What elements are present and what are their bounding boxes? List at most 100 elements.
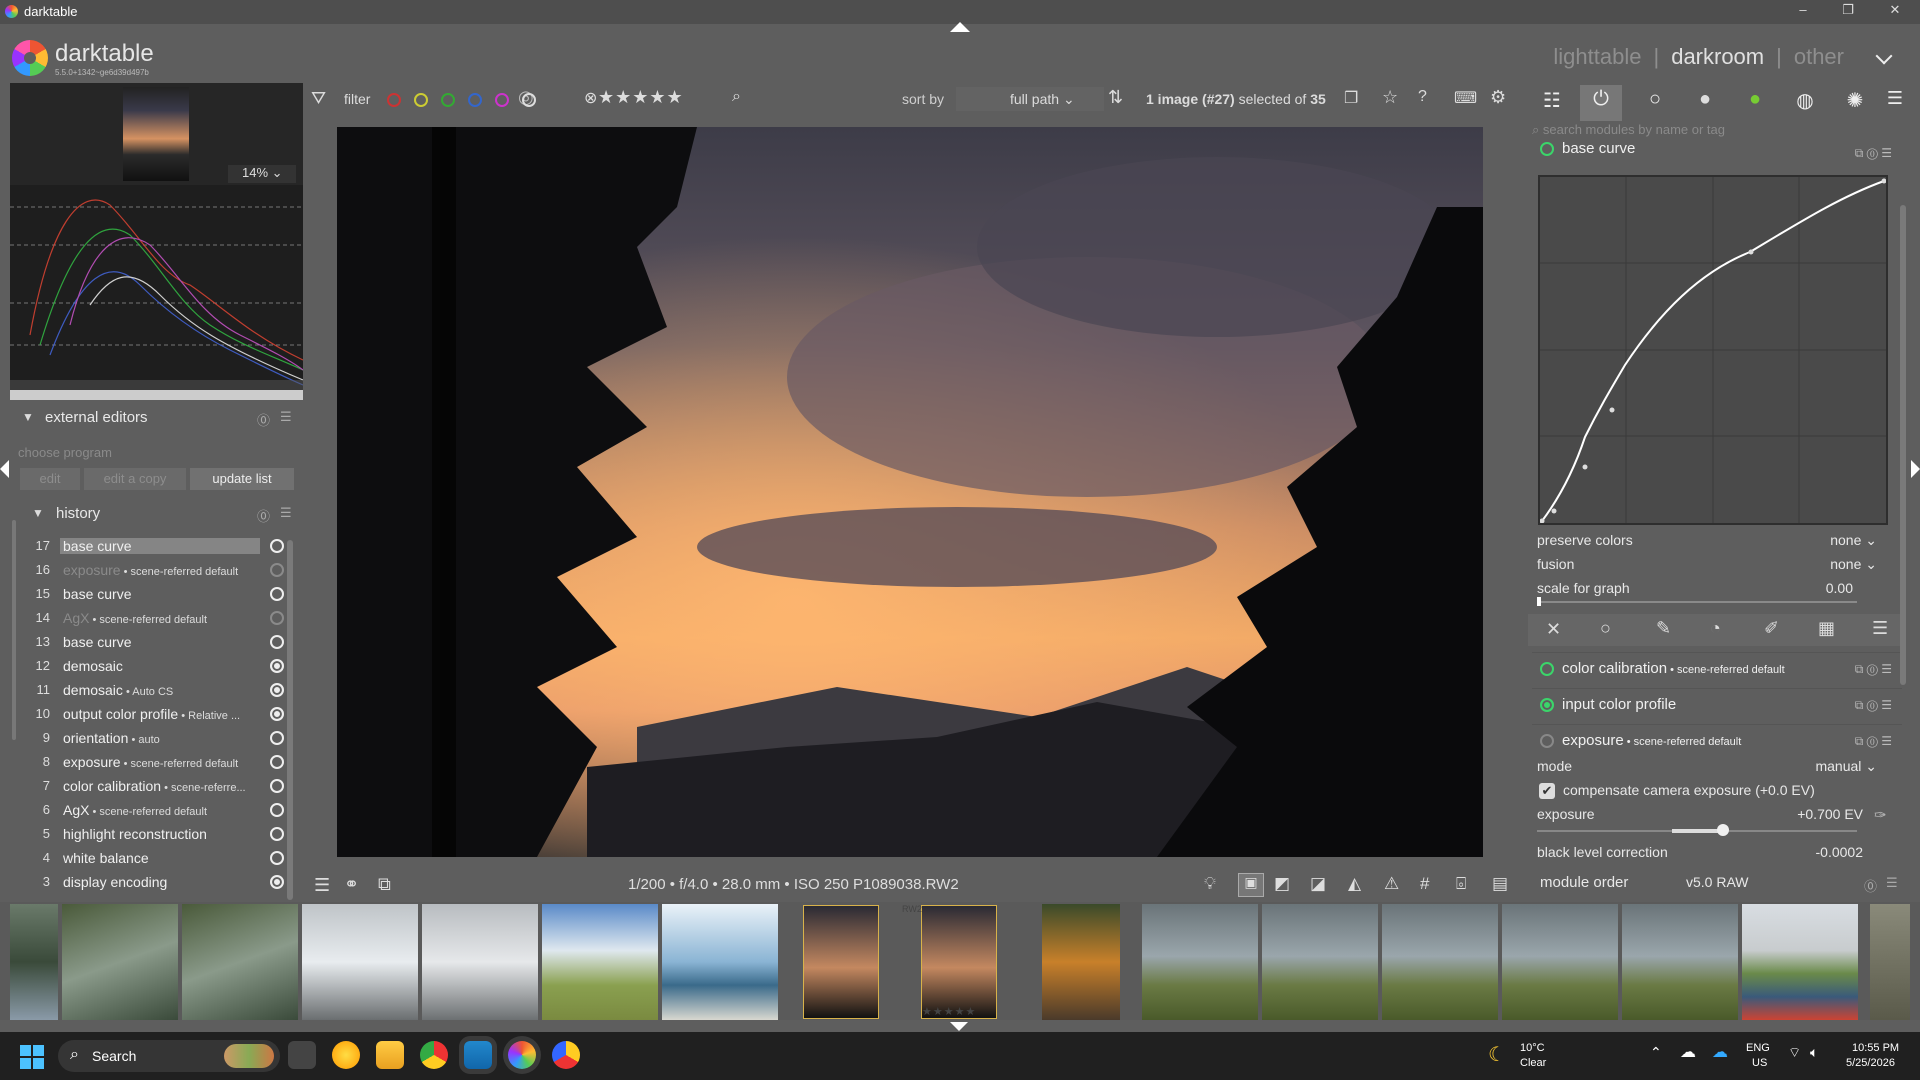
collapse-right-arrow-icon[interactable] <box>1911 460 1920 478</box>
navigation-thumbnail[interactable] <box>123 87 189 181</box>
scale-for-graph-row[interactable]: scale for graph 0.00 <box>1537 580 1877 600</box>
color-label-filter-icon[interactable] <box>468 93 482 107</box>
update-list-button[interactable]: update list <box>190 468 294 490</box>
filmstrip-thumbnail[interactable] <box>542 904 658 1020</box>
collapse-left-arrow-icon[interactable] <box>0 460 9 478</box>
filmstrip-thumbnail[interactable] <box>422 904 538 1020</box>
chrome-icon[interactable] <box>420 1041 448 1069</box>
filmstrip-thumbnail[interactable] <box>1142 904 1258 1020</box>
view-darkroom[interactable]: darkroom <box>1671 44 1764 69</box>
help-icon[interactable]: ? <box>1418 88 1427 106</box>
grouping-icon[interactable]: ❐ <box>1344 88 1358 108</box>
view-lighttable[interactable]: lighttable <box>1553 44 1641 69</box>
view-other[interactable]: other <box>1794 44 1844 69</box>
module-header-icons[interactable]: ⧉ ⓪ ☰ <box>1855 146 1892 161</box>
module-header[interactable]: exposure • scene-referred default ⧉ ⓪ ☰ <box>1532 724 1902 756</box>
presets-menu-icon[interactable]: ☰ <box>1886 875 1898 891</box>
filmstrip-thumbnail[interactable] <box>10 904 58 1020</box>
history-item[interactable]: 16 exposure • scene-referred default <box>30 562 292 584</box>
effect-group-tab-icon[interactable]: ✺ <box>1840 88 1870 118</box>
exposure-mode-row[interactable]: mode manual ⌄ <box>1537 758 1877 778</box>
color-label-filter-icon[interactable] <box>441 93 455 107</box>
module-header-icons[interactable]: ⧉ ⓪ ☰ <box>1855 698 1892 713</box>
uniform-blend-icon[interactable]: ○ <box>1600 618 1611 639</box>
keyboard-layout[interactable]: US <box>1752 1057 1767 1069</box>
comment-icon[interactable]: ▤ <box>1492 874 1508 894</box>
color-label-filter-icon[interactable] <box>387 93 401 107</box>
program-select[interactable]: choose program <box>18 445 112 460</box>
outlook-icon[interactable] <box>464 1041 492 1069</box>
wifi-icon[interactable]: ⌔ <box>1788 1044 1801 1062</box>
keyboard-icon[interactable]: ⌨ <box>1454 88 1477 108</box>
filmstrip-thumbnail[interactable] <box>921 905 997 1019</box>
star-icon[interactable]: ☆ <box>1382 87 1398 108</box>
history-item[interactable]: 3 display encoding <box>30 874 292 896</box>
blend-off-icon[interactable]: ✕ <box>1546 619 1561 640</box>
filmstrip-thumbnail[interactable] <box>1382 904 1498 1020</box>
drawn-parametric-mask-icon[interactable]: ✐ <box>1764 618 1779 639</box>
chrome-alt-icon[interactable] <box>552 1041 580 1069</box>
collapse-top-arrow-icon[interactable] <box>950 22 970 32</box>
history-item[interactable]: 17 base curve <box>30 538 292 560</box>
focus-peaking-icon[interactable]: ▣ <box>1238 873 1264 897</box>
styles-icon[interactable]: ⚭ <box>344 874 359 895</box>
exposure-slider-handle[interactable] <box>1716 824 1729 836</box>
scale-slider-track[interactable] <box>1537 601 1857 603</box>
history-item[interactable]: 12 demosaic <box>30 658 292 680</box>
scale-slider-handle[interactable] <box>1537 597 1541 606</box>
reject-icon[interactable]: ⊗ <box>584 88 597 108</box>
clock-date[interactable]: 5/25/2026 <box>1846 1057 1895 1069</box>
external-editors-header[interactable]: ▼ external editors ⓪ ☰ <box>10 405 300 433</box>
gear-icon[interactable]: ⚙ <box>1490 87 1506 108</box>
chevron-down-icon[interactable] <box>1875 47 1893 65</box>
history-item[interactable]: 15 base curve <box>30 586 292 608</box>
module-header-icons[interactable]: ⧉ ⓪ ☰ <box>1855 662 1892 677</box>
compensate-row[interactable]: ✔ compensate camera exposure (+0.0 EV) <box>1537 782 1877 802</box>
history-item[interactable]: 6 AgX • scene-referred default <box>30 802 292 824</box>
history-item[interactable]: 7 color calibration • scene-referre... <box>30 778 292 800</box>
filmstrip-thumbnail[interactable] <box>182 904 298 1020</box>
filmstrip-thumbnail[interactable] <box>1622 904 1738 1020</box>
filmstrip-thumbnail[interactable] <box>1870 904 1910 1020</box>
module-order-value[interactable]: v5.0 RAW <box>1686 874 1749 890</box>
filmstrip-thumbnail[interactable] <box>1502 904 1618 1020</box>
reset-icon[interactable]: ⓪ <box>1864 876 1877 895</box>
guides-icon[interactable]: # <box>1420 874 1429 894</box>
history-scrollbar[interactable] <box>287 540 293 900</box>
history-item[interactable]: 14 AgX • scene-referred default <box>30 610 292 632</box>
rating-filter-stars[interactable]: ★★★★★ <box>598 87 684 108</box>
onedrive-icon[interactable]: ☁ <box>1712 1042 1728 1062</box>
fusion-row[interactable]: fusion none ⌄ <box>1537 556 1877 576</box>
close-button[interactable]: ✕ <box>1880 2 1910 22</box>
color-group-tab-icon[interactable]: ● <box>1740 88 1770 118</box>
filmstrip-thumbnail[interactable] <box>1742 904 1858 1020</box>
clock-time[interactable]: 10:55 PM <box>1852 1042 1899 1054</box>
focus-icon[interactable]: ⌻ <box>1456 874 1466 894</box>
filmstrip-thumbnail[interactable] <box>302 904 418 1020</box>
presets-menu-icon[interactable]: ☰ <box>280 409 292 425</box>
preserve-colors-value[interactable]: none ⌄ <box>1830 532 1877 549</box>
volume-icon[interactable]: 🔈︎ <box>1810 1044 1818 1061</box>
task-view-icon[interactable] <box>288 1041 316 1069</box>
filmstrip-thumbnail[interactable] <box>1262 904 1378 1020</box>
history-item[interactable]: 8 exposure • scene-referred default <box>30 754 292 776</box>
restore-button[interactable]: ❐ <box>1833 2 1863 22</box>
exposure-row[interactable]: exposure +0.700 EV <box>1537 806 1877 826</box>
power-icon[interactable] <box>1540 662 1554 676</box>
filmstrip-thumbnail[interactable] <box>1042 904 1120 1020</box>
left-scrollbar[interactable] <box>12 520 16 740</box>
cloud-sync-icon[interactable]: ☁ <box>1680 1042 1696 1062</box>
color-label-filter-icon[interactable] <box>522 93 536 107</box>
filter-label[interactable]: filter <box>344 91 370 107</box>
weather-app-icon[interactable] <box>332 1041 360 1069</box>
sort-order-icon[interactable]: ⇅ <box>1108 87 1123 108</box>
clipping-icon[interactable]: ◭ <box>1348 874 1361 894</box>
base-curve-module-header[interactable]: base curve ⧉ ⓪ ☰ <box>1532 140 1902 162</box>
history-header[interactable]: ▼ history ⓪ ☰ <box>10 500 300 528</box>
right-scrollbar[interactable] <box>1900 205 1906 685</box>
taskbar-search-box[interactable]: ⌕ Search <box>58 1040 280 1072</box>
moon-weather-icon[interactable]: ☾ <box>1488 1042 1506 1067</box>
history-item[interactable]: 5 highlight reconstruction <box>30 826 292 848</box>
compensate-checkbox[interactable]: ✔ <box>1539 783 1555 799</box>
search-icon[interactable]: ⌕ <box>732 88 741 106</box>
